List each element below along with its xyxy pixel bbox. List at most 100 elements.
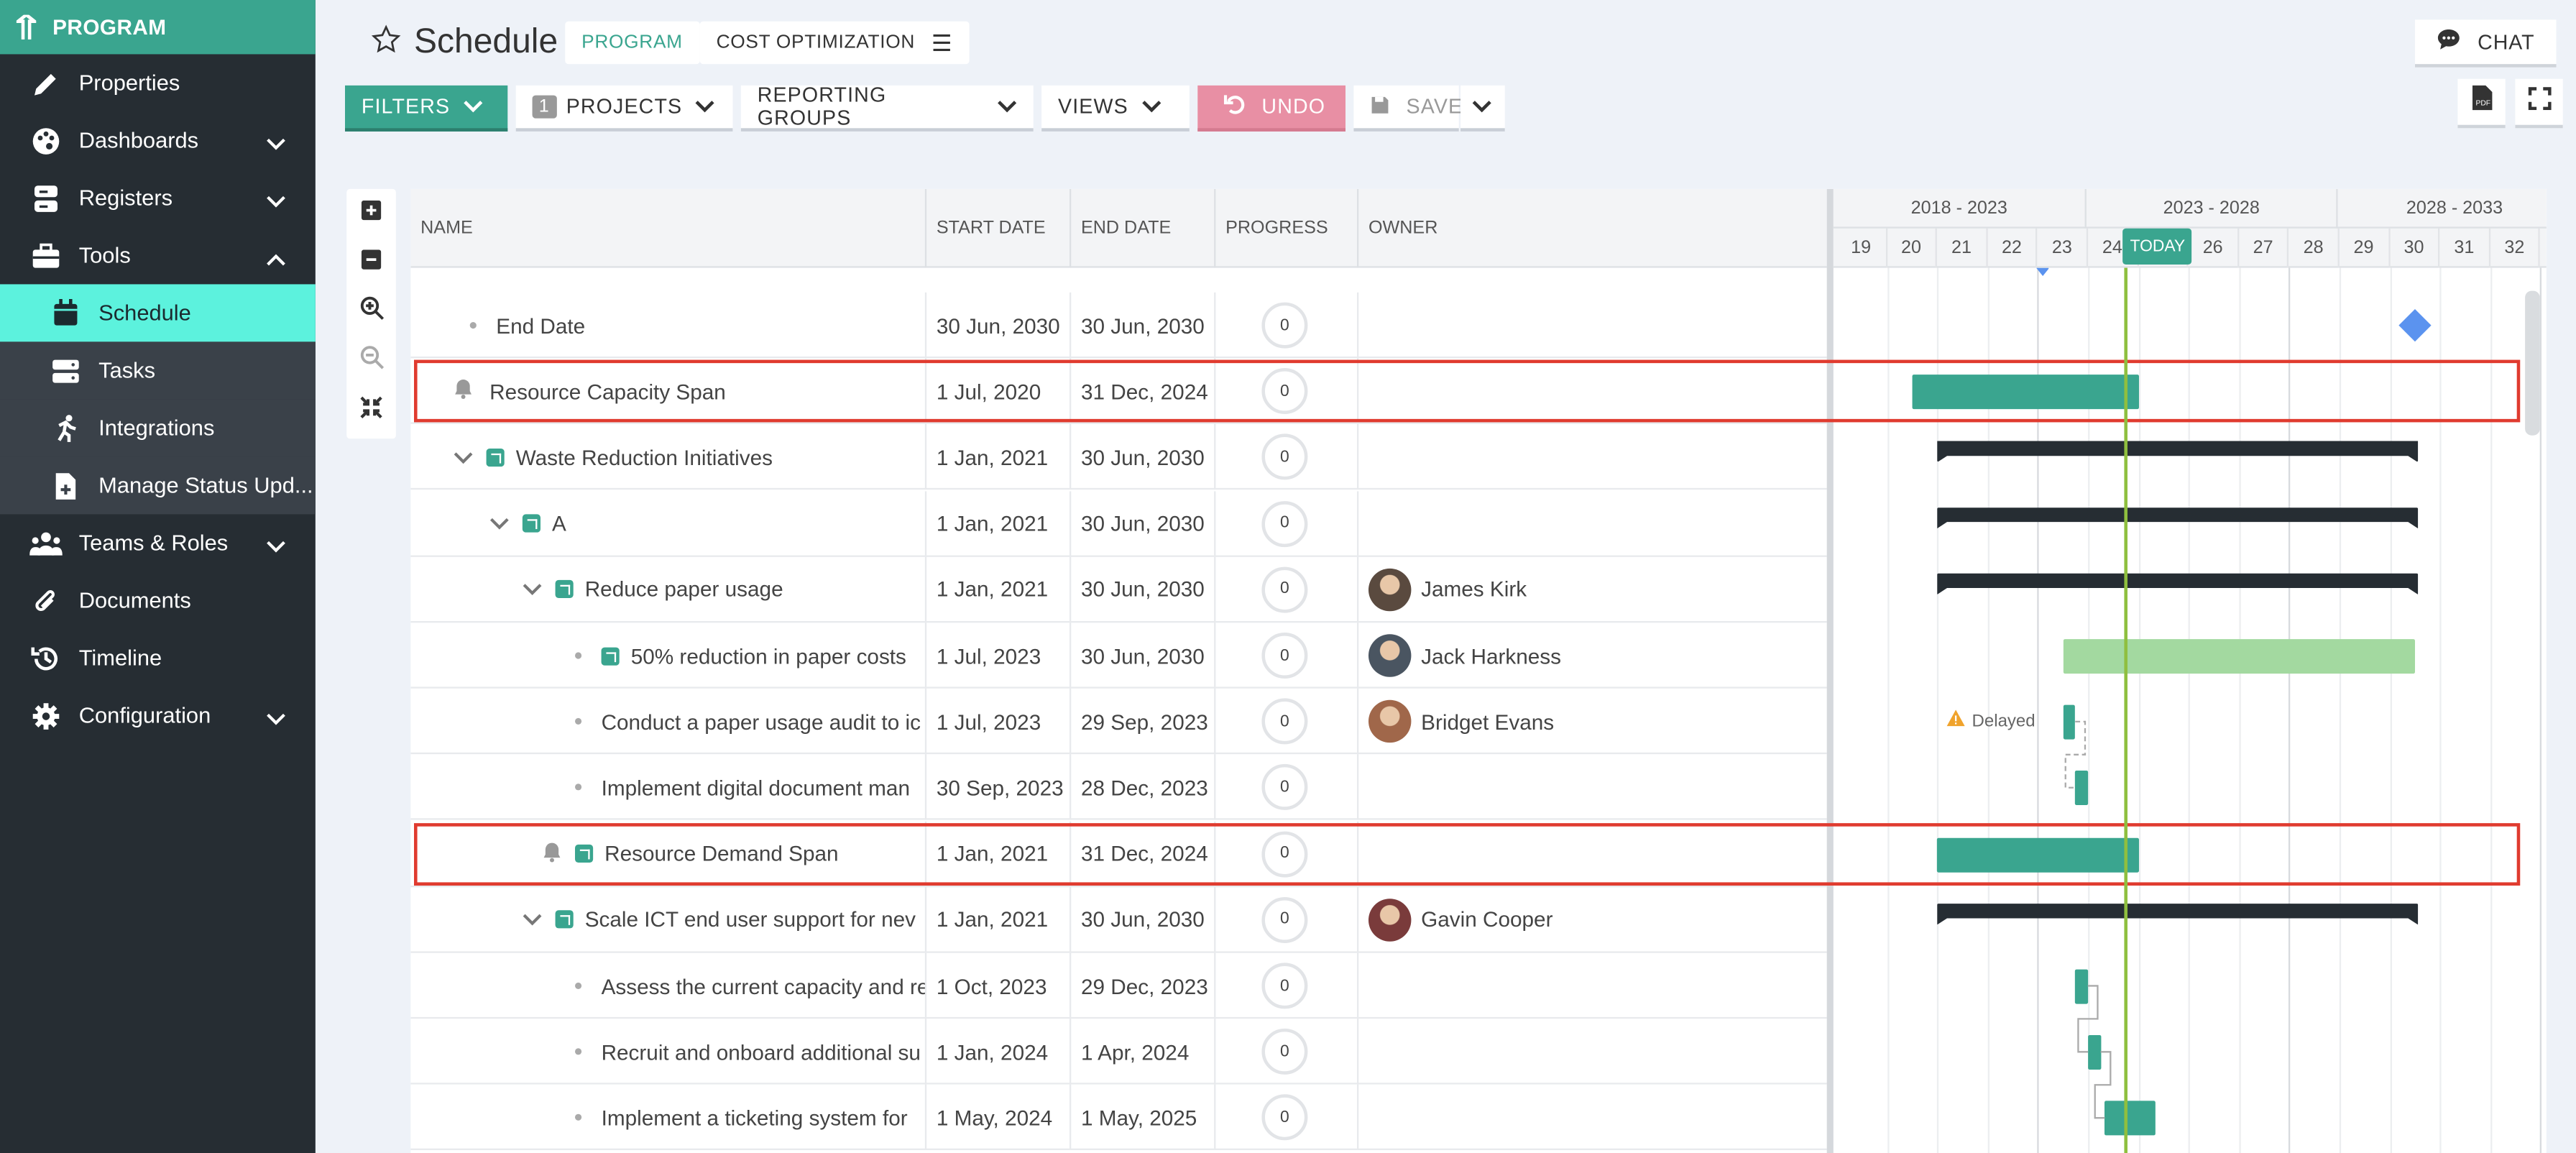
cell-owner[interactable]: Jack Harkness <box>1358 623 1826 688</box>
vertical-scrollbar[interactable] <box>2525 290 2540 436</box>
zoom-in-button[interactable] <box>346 288 396 337</box>
views-button[interactable]: VIEWS <box>1041 85 1190 132</box>
table-row[interactable]: Assess the current capacity and re 1 Oct,… <box>410 952 1827 1019</box>
objective-bar[interactable] <box>2063 639 2415 674</box>
cell-owner[interactable]: Bridget Evans <box>1358 689 1826 754</box>
sidebar-item-dashboards[interactable]: Dashboards <box>0 111 316 169</box>
cell-end-date[interactable]: 29 Sep, 2023 <box>1071 689 1216 755</box>
task-bar[interactable] <box>2063 704 2076 740</box>
save-button[interactable]: SAVE <box>1353 85 1462 132</box>
sidebar-item-properties[interactable]: Properties <box>0 54 316 111</box>
chevron-down-icon[interactable] <box>454 445 473 469</box>
row-name[interactable]: Implement digital document man <box>602 776 910 800</box>
cell-end-date[interactable]: 30 Jun, 2030 <box>1071 292 1216 359</box>
table-row[interactable]: Reduce paper usage 1 Jan, 2021 30 Jun, 203… <box>410 556 1827 623</box>
fit-button[interactable] <box>346 386 396 436</box>
task-bar[interactable] <box>2088 1035 2101 1070</box>
progress-circle[interactable]: 0 <box>1261 500 1308 547</box>
column-progress[interactable]: PROGRESS <box>1215 188 1359 268</box>
cell-start-date[interactable]: 1 May, 2024 <box>926 1085 1072 1151</box>
progress-circle[interactable]: 0 <box>1261 302 1308 349</box>
progress-circle[interactable]: 0 <box>1261 896 1308 943</box>
progress-circle[interactable]: 0 <box>1261 434 1308 481</box>
row-name[interactable]: Waste Reduction Initiatives <box>516 445 773 469</box>
collapse-all-button[interactable] <box>346 238 396 288</box>
progress-circle[interactable]: 0 <box>1261 1029 1308 1075</box>
sidebar-item-tasks[interactable]: Tasks <box>0 341 316 400</box>
chevron-down-icon[interactable] <box>266 189 285 213</box>
column-name[interactable]: NAME <box>410 188 927 268</box>
chevron-up-icon[interactable] <box>266 247 285 271</box>
row-name[interactable]: Conduct a paper usage audit to ic <box>602 709 921 734</box>
table-row[interactable]: A 1 Jan, 2021 30 Jun, 2030 0 <box>410 490 1827 556</box>
column-end-date[interactable]: END DATE <box>1071 188 1216 268</box>
cell-end-date[interactable]: 30 Jun, 2030 <box>1071 424 1216 491</box>
row-name[interactable]: Recruit and onboard additional su <box>602 1039 921 1064</box>
chat-button[interactable]: CHAT <box>2414 19 2557 68</box>
cell-end-date[interactable]: 29 Dec, 2023 <box>1071 952 1216 1019</box>
sidebar-item-schedule[interactable]: Schedule <box>0 284 316 342</box>
export-pdf-button[interactable]: PDF <box>2457 78 2506 129</box>
sidebar-item-tools[interactable]: Tools <box>0 226 316 284</box>
summary-bar[interactable] <box>1937 573 2418 594</box>
milestone-diamond[interactable] <box>2398 308 2432 342</box>
cell-end-date[interactable]: 1 May, 2025 <box>1071 1085 1216 1151</box>
grid-splitter[interactable] <box>1826 188 1834 1153</box>
projects-button[interactable]: 1 PROJECTS <box>515 85 733 132</box>
task-bar[interactable] <box>2104 1101 2156 1136</box>
row-name[interactable]: Assess the current capacity and re <box>602 973 925 998</box>
cell-end-date[interactable]: 28 Dec, 2023 <box>1071 755 1216 821</box>
expand-all-button[interactable] <box>346 189 396 239</box>
table-row[interactable]: Scale ICT end user support for nev 1 Jan,… <box>410 886 1827 953</box>
table-row[interactable]: Conduct a paper usage audit to ic 1 Jul, … <box>410 689 1827 755</box>
cell-owner[interactable] <box>1358 293 1826 358</box>
sidebar-item-teams-roles[interactable]: Teams & Roles <box>0 514 316 571</box>
cell-owner[interactable]: James Kirk <box>1358 556 1826 622</box>
cell-start-date[interactable]: 1 Jan, 2021 <box>926 886 1072 953</box>
cell-owner[interactable] <box>1358 953 1826 1019</box>
project-tag[interactable]: COST OPTIMIZATION ☰ <box>699 21 970 65</box>
chevron-down-icon[interactable] <box>266 534 285 559</box>
star-icon[interactable] <box>371 24 401 62</box>
undo-button[interactable]: UNDO <box>1197 85 1346 132</box>
chevron-down-icon[interactable] <box>523 577 542 602</box>
program-switcher[interactable]: PROGRAM <box>0 0 316 55</box>
save-options-button[interactable] <box>1460 85 1505 132</box>
sidebar-item-registers[interactable]: Registers <box>0 169 316 226</box>
row-name[interactable]: Scale ICT end user support for nev <box>585 907 916 932</box>
cell-start-date[interactable]: 30 Sep, 2023 <box>926 755 1072 821</box>
cell-start-date[interactable]: 1 Jan, 2021 <box>926 490 1072 556</box>
progress-circle[interactable]: 0 <box>1261 698 1308 745</box>
cell-owner[interactable] <box>1358 490 1826 556</box>
cell-start-date[interactable]: 1 Jul, 2023 <box>926 689 1072 755</box>
task-bar[interactable] <box>2075 771 2088 806</box>
reporting-groups-button[interactable]: REPORTING GROUPS <box>740 84 1034 132</box>
zoom-out-button[interactable] <box>346 337 396 387</box>
chevron-down-icon[interactable] <box>523 907 542 932</box>
table-row[interactable]: Recruit and onboard additional su 1 Jan, … <box>410 1019 1827 1085</box>
progress-circle[interactable]: 0 <box>1261 632 1308 679</box>
filters-button[interactable]: FILTERS <box>344 85 508 132</box>
sidebar-item-integrations[interactable]: Integrations <box>0 399 316 457</box>
cell-owner[interactable] <box>1358 755 1826 820</box>
table-row[interactable]: End Date 30 Jun, 2030 30 Jun, 2030 0 <box>410 292 1827 359</box>
row-name[interactable]: Reduce paper usage <box>585 577 783 602</box>
cell-end-date[interactable]: 1 Apr, 2024 <box>1071 1019 1216 1085</box>
cell-owner[interactable] <box>1358 1019 1826 1085</box>
table-row[interactable]: Implement digital document man 30 Sep, 20… <box>410 755 1827 821</box>
cell-end-date[interactable]: 30 Jun, 2030 <box>1071 556 1216 623</box>
fullscreen-button[interactable] <box>2515 78 2563 129</box>
summary-bar[interactable] <box>1937 507 2418 528</box>
cell-start-date[interactable]: 1 Jan, 2024 <box>926 1019 1072 1085</box>
column-owner[interactable]: OWNER <box>1358 189 1826 268</box>
cell-start-date[interactable]: 30 Jun, 2030 <box>926 292 1072 359</box>
chevron-down-icon[interactable] <box>266 707 285 731</box>
cell-owner[interactable] <box>1358 425 1826 490</box>
sidebar-item-documents[interactable]: Documents <box>0 571 316 629</box>
progress-circle[interactable]: 0 <box>1261 963 1308 1009</box>
table-row[interactable]: 50% reduction in paper costs 1 Jul, 2023 3… <box>410 623 1827 689</box>
cell-start-date[interactable]: 1 Jan, 2021 <box>926 424 1072 491</box>
sidebar-item-manage-status-upd[interactable]: Manage Status Upd... <box>0 456 316 515</box>
table-row[interactable]: Waste Reduction Initiatives 1 Jan, 2021 30… <box>410 424 1827 491</box>
cell-end-date[interactable]: 30 Jun, 2030 <box>1071 623 1216 689</box>
